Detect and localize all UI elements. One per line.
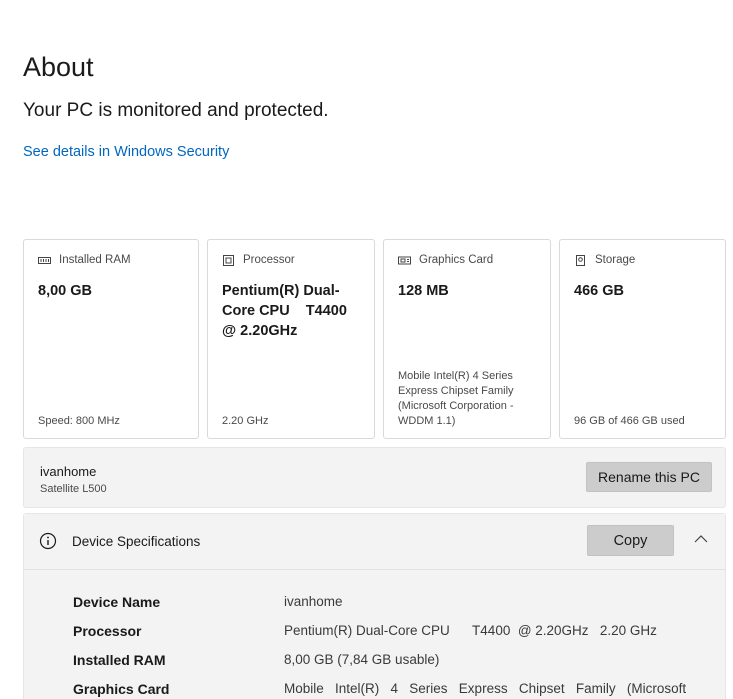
- card-value: Pentium(R) Dual-Core CPU T4400 @ 2.20GHz: [222, 283, 351, 339]
- card-label: Installed RAM: [59, 254, 131, 266]
- graphics-card-card: Graphics Card 128 MB Mobile Intel(R) 4 S…: [383, 239, 551, 439]
- processor-card: Processor Pentium(R) Dual-Core CPU T4400…: [207, 239, 375, 439]
- card-value: 128 MB: [398, 283, 449, 299]
- spec-label: Installed RAM: [73, 652, 166, 668]
- info-icon: [39, 532, 57, 550]
- memory-icon: [38, 256, 51, 264]
- copy-button[interactable]: Copy: [587, 525, 674, 556]
- spec-label: Device Name: [73, 594, 161, 610]
- spec-row-installed-ram: Installed RAM 8,00 GB (7,84 GB usable): [24, 645, 725, 674]
- spec-value: Pentium(R) Dual-Core CPU T4400 @ 2.20GHz…: [284, 623, 657, 638]
- rename-pc-button[interactable]: Rename this PC: [586, 462, 712, 492]
- windows-security-link[interactable]: See details in Windows Security: [23, 144, 229, 160]
- spec-row-graphics-card: Graphics Card Mobile Intel(R) 4 Series E…: [24, 674, 725, 699]
- spec-row-device-name: Device Name ivanhome: [24, 587, 725, 616]
- spec-row-processor: Processor Pentium(R) Dual-Core CPU T4400…: [24, 616, 725, 645]
- spec-label: Processor: [73, 623, 142, 639]
- pc-name: ivanhome: [40, 464, 97, 479]
- processor-icon: [223, 254, 234, 266]
- spec-value: 8,00 GB (7,84 GB usable): [284, 652, 440, 667]
- card-label: Processor: [243, 254, 295, 266]
- device-specifications-header[interactable]: Device Specifications Copy: [24, 514, 725, 570]
- device-specifications-title: Device Specifications: [72, 534, 201, 549]
- spec-label: Graphics Card: [73, 681, 170, 697]
- protection-status-text: Your PC is monitored and protected.: [23, 100, 329, 121]
- card-label: Storage: [595, 254, 636, 266]
- device-specifications-panel: Device Specifications Copy Device Name i…: [23, 513, 726, 699]
- storage-card: Storage 466 GB 96 GB of 466 GB used: [559, 239, 726, 439]
- card-value: 8,00 GB: [38, 283, 92, 299]
- spec-value: ivanhome: [284, 594, 343, 609]
- storage-icon: [576, 254, 585, 266]
- page-title: About: [23, 52, 94, 82]
- card-footer: 96 GB of 466 GB used: [574, 415, 685, 427]
- spec-value: Mobile Intel(R) 4 Series Express Chipset…: [284, 681, 687, 696]
- chevron-up-icon[interactable]: [694, 534, 708, 544]
- pc-model: Satellite L500: [40, 483, 107, 495]
- card-detail: Mobile Intel(R) 4 Series Express Chipset…: [398, 370, 514, 427]
- card-footer: Speed: 800 MHz: [38, 415, 120, 427]
- card-value: 466 GB: [574, 283, 624, 299]
- pc-name-panel: ivanhome Satellite L500 Rename this PC: [23, 447, 726, 508]
- graphics-card-icon: [398, 256, 411, 264]
- installed-ram-card: Installed RAM 8,00 GB Speed: 800 MHz: [23, 239, 199, 439]
- card-label: Graphics Card: [419, 254, 494, 266]
- card-footer: 2.20 GHz: [222, 415, 269, 427]
